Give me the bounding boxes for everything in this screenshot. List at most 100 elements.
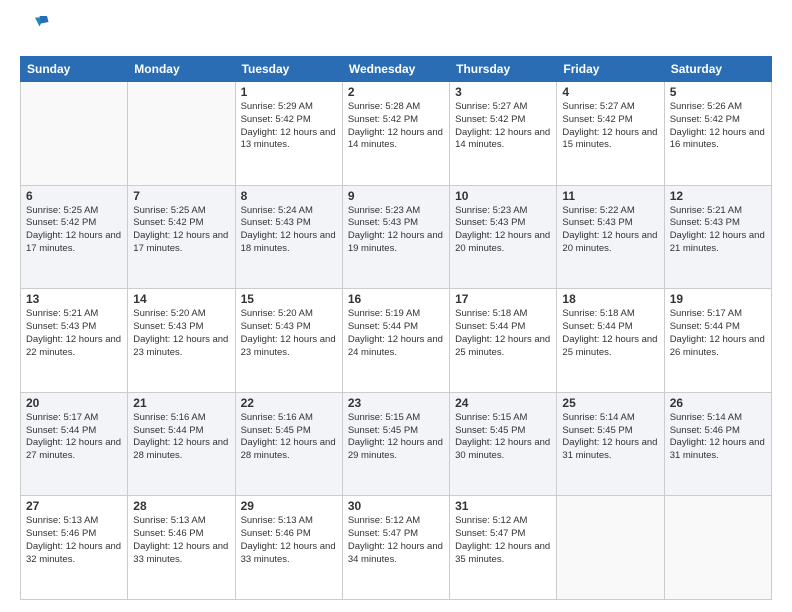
day-number: 11: [562, 189, 658, 203]
day-number: 29: [241, 499, 337, 513]
calendar-day-cell: 23Sunrise: 5:15 AM Sunset: 5:45 PM Dayli…: [342, 392, 449, 496]
logo: [20, 16, 56, 46]
calendar-day-cell: 21 Sunrise: 5:16 AM Sunset: 5:44 PM Dayli…: [128, 392, 235, 496]
day-number: 6: [26, 189, 122, 203]
logo-icon: [20, 16, 50, 46]
calendar-day-cell: 12 Sunrise: 5:21 AM Sunset: 5:43 PM Dayli…: [664, 185, 771, 289]
day-number: 31: [455, 499, 551, 513]
calendar-day-cell: 31 Sunrise: 5:12 AM Sunset: 5:47 PM Dayli…: [450, 496, 557, 600]
calendar-week-row: 6 Sunrise: 5:25 AM Sunset: 5:42 PM Daylig…: [21, 185, 772, 289]
calendar-day-cell: 3 Sunrise: 5:27 AM Sunset: 5:42 PM Daylig…: [450, 82, 557, 186]
calendar-week-row: 13 Sunrise: 5:21 AM Sunset: 5:43 PM Dayli…: [21, 289, 772, 393]
calendar-day-cell: [21, 82, 128, 186]
day-info: Sunrise: 5:27 AM Sunset: 5:42 PM Dayligh…: [455, 101, 551, 152]
day-info: Sunrise: 5:12 AM Sunset: 5:47 PM Dayligh…: [455, 515, 551, 566]
day-info: Sunrise: 5:14 AM Sunset: 5:45 PM Dayligh…: [562, 412, 658, 463]
day-number: 14: [133, 292, 229, 306]
day-number: 16: [348, 292, 444, 306]
calendar-day-cell: 30 Sunrise: 5:12 AM Sunset: 5:47 PM Dayli…: [342, 496, 449, 600]
day-number: 8: [241, 189, 337, 203]
calendar-day-cell: 7 Sunrise: 5:25 AM Sunset: 5:42 PM Daylig…: [128, 185, 235, 289]
day-number: 17: [455, 292, 551, 306]
day-info: Sunrise: 5:15 AM Sunset: 5:45 PM Dayligh…: [455, 412, 551, 463]
day-info: Sunrise: 5:18 AM Sunset: 5:44 PM Dayligh…: [562, 308, 658, 359]
calendar-day-cell: 20 Sunrise: 5:17 AM Sunset: 5:44 PM Dayli…: [21, 392, 128, 496]
day-number: 24: [455, 396, 551, 410]
day-info: Sunrise: 5:24 AM Sunset: 5:43 PM Dayligh…: [241, 205, 337, 256]
calendar-day-cell: 10Sunrise: 5:23 AM Sunset: 5:43 PM Dayli…: [450, 185, 557, 289]
day-info: Sunrise: 5:20 AM Sunset: 5:43 PM Dayligh…: [241, 308, 337, 359]
day-info: Sunrise: 5:26 AM Sunset: 5:42 PM Dayligh…: [670, 101, 766, 152]
weekday-header-cell: Friday: [557, 57, 664, 82]
calendar-day-cell: [664, 496, 771, 600]
day-info: Sunrise: 5:13 AM Sunset: 5:46 PM Dayligh…: [133, 515, 229, 566]
day-number: 30: [348, 499, 444, 513]
calendar-week-row: 27 Sunrise: 5:13 AM Sunset: 5:46 PM Dayli…: [21, 496, 772, 600]
calendar-day-cell: [557, 496, 664, 600]
day-info: Sunrise: 5:20 AM Sunset: 5:43 PM Dayligh…: [133, 308, 229, 359]
calendar-day-cell: 15 Sunrise: 5:20 AM Sunset: 5:43 PM Dayli…: [235, 289, 342, 393]
day-info: Sunrise: 5:13 AM Sunset: 5:46 PM Dayligh…: [241, 515, 337, 566]
day-info: Sunrise: 5:21 AM Sunset: 5:43 PM Dayligh…: [26, 308, 122, 359]
day-info: Sunrise: 5:23 AM Sunset: 5:43 PM Dayligh…: [348, 205, 444, 256]
calendar-body: 1 Sunrise: 5:29 AM Sunset: 5:42 PM Daylig…: [21, 82, 772, 600]
day-number: 27: [26, 499, 122, 513]
calendar-day-cell: 19 Sunrise: 5:17 AM Sunset: 5:44 PM Dayli…: [664, 289, 771, 393]
day-number: 20: [26, 396, 122, 410]
calendar-day-cell: 29 Sunrise: 5:13 AM Sunset: 5:46 PM Dayli…: [235, 496, 342, 600]
day-info: Sunrise: 5:22 AM Sunset: 5:43 PM Dayligh…: [562, 205, 658, 256]
day-number: 25: [562, 396, 658, 410]
calendar-day-cell: [128, 82, 235, 186]
weekday-header-cell: Sunday: [21, 57, 128, 82]
day-number: 7: [133, 189, 229, 203]
day-info: Sunrise: 5:14 AM Sunset: 5:46 PM Dayligh…: [670, 412, 766, 463]
day-info: Sunrise: 5:18 AM Sunset: 5:44 PM Dayligh…: [455, 308, 551, 359]
day-info: Sunrise: 5:25 AM Sunset: 5:42 PM Dayligh…: [26, 205, 122, 256]
day-number: 19: [670, 292, 766, 306]
weekday-header-cell: Tuesday: [235, 57, 342, 82]
calendar-day-cell: 9Sunrise: 5:23 AM Sunset: 5:43 PM Daylig…: [342, 185, 449, 289]
weekday-header-cell: Thursday: [450, 57, 557, 82]
day-number: 28: [133, 499, 229, 513]
day-number: 23: [348, 396, 444, 410]
day-number: 13: [26, 292, 122, 306]
calendar: SundayMondayTuesdayWednesdayThursdayFrid…: [20, 56, 772, 600]
calendar-day-cell: 16Sunrise: 5:19 AM Sunset: 5:44 PM Dayli…: [342, 289, 449, 393]
day-number: 26: [670, 396, 766, 410]
calendar-day-cell: 26 Sunrise: 5:14 AM Sunset: 5:46 PM Dayli…: [664, 392, 771, 496]
day-number: 15: [241, 292, 337, 306]
day-info: Sunrise: 5:21 AM Sunset: 5:43 PM Dayligh…: [670, 205, 766, 256]
calendar-day-cell: 5Sunrise: 5:26 AM Sunset: 5:42 PM Daylig…: [664, 82, 771, 186]
calendar-day-cell: 18Sunrise: 5:18 AM Sunset: 5:44 PM Dayli…: [557, 289, 664, 393]
day-number: 21: [133, 396, 229, 410]
calendar-day-cell: 4Sunrise: 5:27 AM Sunset: 5:42 PM Daylig…: [557, 82, 664, 186]
day-number: 12: [670, 189, 766, 203]
day-info: Sunrise: 5:17 AM Sunset: 5:44 PM Dayligh…: [670, 308, 766, 359]
calendar-day-cell: 11 Sunrise: 5:22 AM Sunset: 5:43 PM Dayli…: [557, 185, 664, 289]
day-number: 10: [455, 189, 551, 203]
day-number: 22: [241, 396, 337, 410]
calendar-day-cell: 2Sunrise: 5:28 AM Sunset: 5:42 PM Daylig…: [342, 82, 449, 186]
calendar-day-cell: 14 Sunrise: 5:20 AM Sunset: 5:43 PM Dayli…: [128, 289, 235, 393]
weekday-header-row: SundayMondayTuesdayWednesdayThursdayFrid…: [21, 57, 772, 82]
calendar-day-cell: 8 Sunrise: 5:24 AM Sunset: 5:43 PM Daylig…: [235, 185, 342, 289]
day-number: 1: [241, 85, 337, 99]
calendar-day-cell: 13 Sunrise: 5:21 AM Sunset: 5:43 PM Dayli…: [21, 289, 128, 393]
day-info: Sunrise: 5:12 AM Sunset: 5:47 PM Dayligh…: [348, 515, 444, 566]
day-info: Sunrise: 5:27 AM Sunset: 5:42 PM Dayligh…: [562, 101, 658, 152]
day-info: Sunrise: 5:29 AM Sunset: 5:42 PM Dayligh…: [241, 101, 337, 152]
calendar-day-cell: 27Sunrise: 5:13 AM Sunset: 5:46 PM Dayli…: [21, 496, 128, 600]
calendar-day-cell: 28 Sunrise: 5:13 AM Sunset: 5:46 PM Dayli…: [128, 496, 235, 600]
day-info: Sunrise: 5:28 AM Sunset: 5:42 PM Dayligh…: [348, 101, 444, 152]
header: [20, 16, 772, 46]
day-number: 3: [455, 85, 551, 99]
day-info: Sunrise: 5:16 AM Sunset: 5:44 PM Dayligh…: [133, 412, 229, 463]
calendar-day-cell: 24 Sunrise: 5:15 AM Sunset: 5:45 PM Dayli…: [450, 392, 557, 496]
day-info: Sunrise: 5:16 AM Sunset: 5:45 PM Dayligh…: [241, 412, 337, 463]
day-info: Sunrise: 5:17 AM Sunset: 5:44 PM Dayligh…: [26, 412, 122, 463]
calendar-day-cell: 1 Sunrise: 5:29 AM Sunset: 5:42 PM Daylig…: [235, 82, 342, 186]
calendar-week-row: 20 Sunrise: 5:17 AM Sunset: 5:44 PM Dayli…: [21, 392, 772, 496]
calendar-day-cell: 6 Sunrise: 5:25 AM Sunset: 5:42 PM Daylig…: [21, 185, 128, 289]
day-info: Sunrise: 5:25 AM Sunset: 5:42 PM Dayligh…: [133, 205, 229, 256]
weekday-header-cell: Wednesday: [342, 57, 449, 82]
